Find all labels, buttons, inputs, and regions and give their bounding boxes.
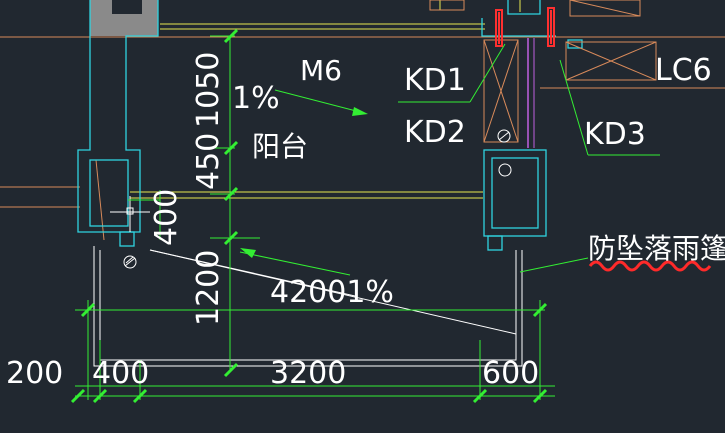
label-lc6: LC6 xyxy=(655,53,712,88)
dim-600: 600 xyxy=(482,356,539,391)
dim-3200: 3200 xyxy=(270,356,346,391)
arrow-kd2 xyxy=(352,107,368,116)
label-slope: 42001% xyxy=(270,275,394,310)
floor-plan-drawing: M6 KD1 KD2 KD3 LC6 1% 阳台 防坠落雨篷 42001% 10… xyxy=(0,0,725,404)
label-kd2: KD2 xyxy=(404,115,466,150)
yellow-lines xyxy=(130,0,521,199)
label-canopy: 防坠落雨篷 xyxy=(588,232,725,265)
dim-1050: 1050 xyxy=(191,52,226,128)
dim-200: 200 xyxy=(6,356,63,391)
dim-400-vertical: 400 xyxy=(149,189,184,246)
dim-1200: 1200 xyxy=(191,250,226,326)
dim-400-horizontal: 400 xyxy=(92,356,149,391)
label-slope-top: 1% xyxy=(232,81,280,116)
label-balcony: 阳台 xyxy=(252,130,308,163)
top-wall-gap xyxy=(112,0,142,14)
cad-drawing-canvas: M6 KD1 KD2 KD3 LC6 1% 阳台 防坠落雨篷 42001% 10… xyxy=(0,0,725,433)
label-kd1: KD1 xyxy=(404,63,466,98)
dim-450: 450 xyxy=(191,133,226,190)
label-m6: M6 xyxy=(300,54,342,87)
label-kd3: KD3 xyxy=(584,117,646,152)
